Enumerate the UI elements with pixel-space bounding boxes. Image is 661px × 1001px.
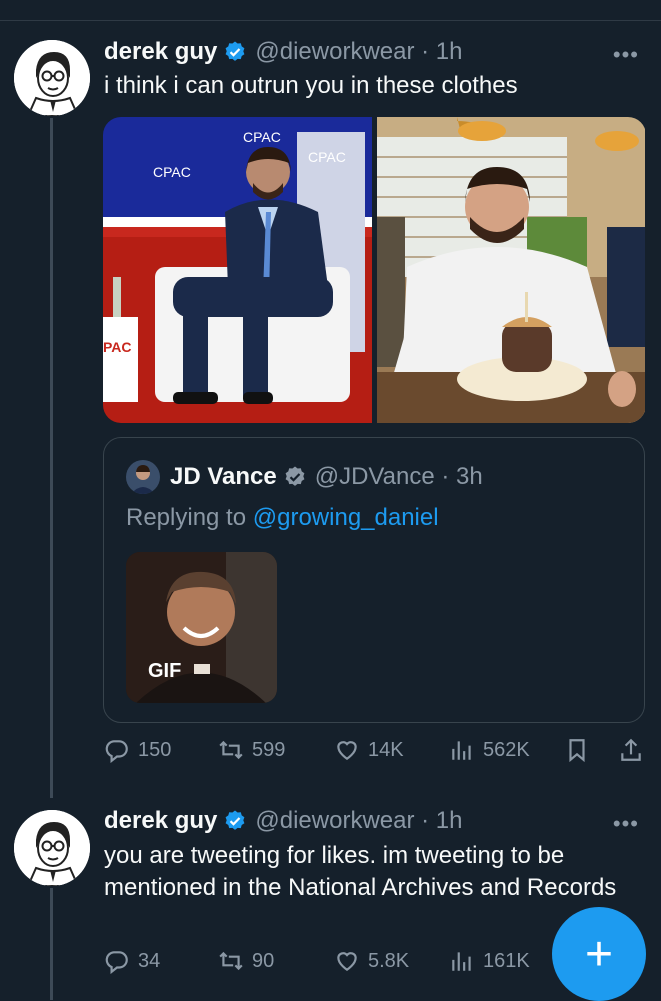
thread-line <box>50 888 53 1000</box>
replying-prefix: Replying to <box>126 504 253 531</box>
verified-badge-icon <box>223 809 247 833</box>
avatar[interactable] <box>14 810 90 886</box>
quote-header: JD Vance @JDVance · 3h <box>126 460 483 494</box>
retweet-button[interactable]: 599 <box>218 737 285 763</box>
stage-sign-text: PAC <box>103 339 132 355</box>
views-button[interactable]: 562K <box>449 737 530 763</box>
gif-thumbnail[interactable]: GIF <box>126 552 277 703</box>
stage-sign-text: CPAC <box>308 149 346 165</box>
photo-restaurant[interactable] <box>377 117 646 423</box>
avatar[interactable] <box>14 40 90 116</box>
reply-count: 34 <box>138 949 161 972</box>
retweet-icon <box>219 951 243 971</box>
photo-stage[interactable]: CPAC CPAC CPAC PAC <box>103 117 372 423</box>
more-icon[interactable]: ••• <box>613 811 639 837</box>
gif-label: GIF <box>148 660 182 682</box>
tweet-header: derek guy @dieworkwear · 1h <box>104 38 463 66</box>
replying-to: Replying to @growing_daniel <box>126 504 439 532</box>
verified-badge-icon <box>223 40 247 64</box>
verified-badge-icon <box>283 465 307 489</box>
reply-icon <box>105 740 128 763</box>
more-icon[interactable]: ••• <box>613 42 639 68</box>
tweet-text: you are tweeting for likes. im tweeting … <box>104 842 617 901</box>
views-icon <box>452 741 471 760</box>
stage-sign-text: CPAC <box>243 129 281 145</box>
retweet-count: 599 <box>252 738 286 761</box>
top-divider <box>0 20 661 21</box>
tweet-text: i think i can outrun you in these clothe… <box>104 72 518 99</box>
action-bar: 150 599 14K 562K <box>0 737 661 767</box>
retweet-button[interactable]: 90 <box>218 948 274 974</box>
stage-sign-text: CPAC <box>153 164 191 180</box>
thread-line <box>50 118 53 798</box>
reply-count: 150 <box>138 738 172 761</box>
compose-button[interactable]: + <box>552 907 646 1001</box>
retweet-icon <box>219 740 243 760</box>
views-icon <box>452 952 471 971</box>
quote-author-name[interactable]: JD Vance <box>170 463 277 491</box>
compose-icon: + <box>584 927 614 981</box>
retweet-count: 90 <box>252 949 275 972</box>
replying-mention[interactable]: @growing_daniel <box>253 504 439 531</box>
bookmark-button[interactable] <box>564 737 598 763</box>
author-name[interactable]: derek guy <box>104 38 217 66</box>
share-icon <box>621 738 641 761</box>
author-name[interactable]: derek guy <box>104 807 217 835</box>
author-handle[interactable]: @dieworkwear · 1h <box>255 38 462 66</box>
quoted-tweet[interactable]: JD Vance @JDVance · 3h Replying to @grow… <box>103 437 645 723</box>
share-button[interactable] <box>618 737 652 763</box>
reply-button[interactable]: 150 <box>104 737 171 763</box>
like-button[interactable]: 14K <box>334 737 404 763</box>
reply-icon <box>105 951 128 974</box>
bookmark-icon <box>569 739 585 763</box>
like-count: 14K <box>368 738 404 761</box>
like-button[interactable]: 5.8K <box>334 948 409 974</box>
media-grid[interactable]: CPAC CPAC CPAC PAC <box>103 117 646 423</box>
like-icon <box>337 952 357 971</box>
views-count: 562K <box>483 738 530 761</box>
tweet-header: derek guy @dieworkwear · 1h <box>104 807 463 835</box>
views-button[interactable]: 161K <box>449 948 530 974</box>
reply-button[interactable]: 34 <box>104 948 160 974</box>
quote-author-handle[interactable]: @JDVance · 3h <box>315 463 483 491</box>
like-count: 5.8K <box>368 949 410 972</box>
views-count: 161K <box>483 949 530 972</box>
like-icon <box>337 741 357 760</box>
quote-avatar[interactable] <box>126 460 160 494</box>
author-handle[interactable]: @dieworkwear · 1h <box>255 807 462 835</box>
